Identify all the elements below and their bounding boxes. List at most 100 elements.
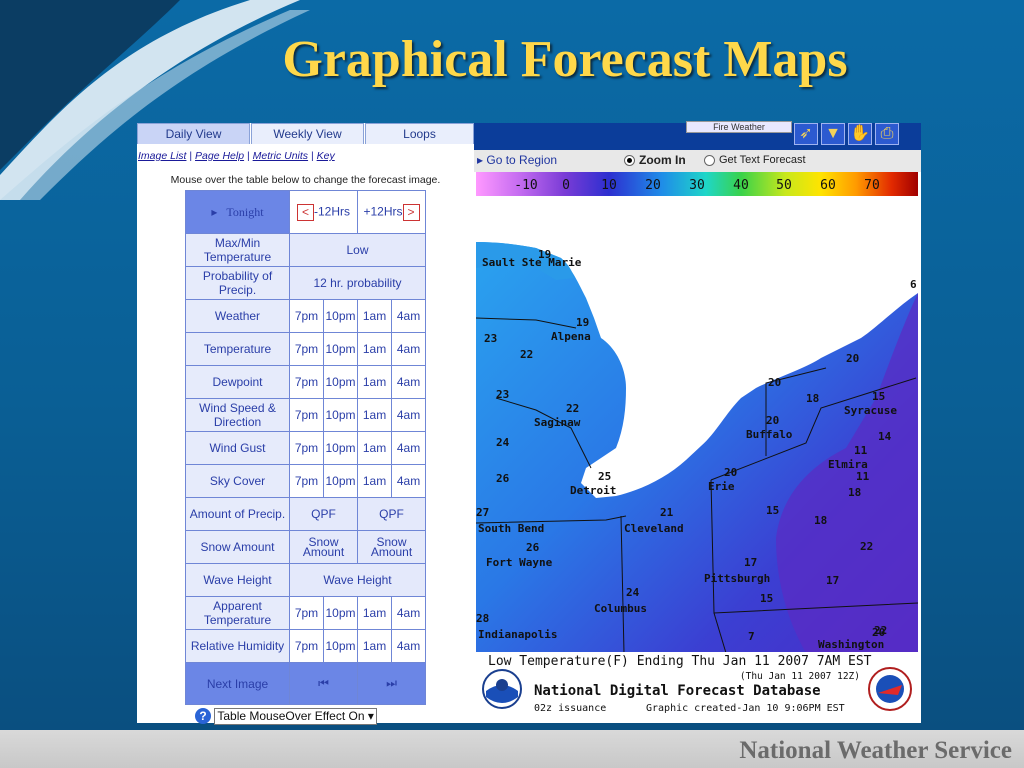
plus-12-hrs-button[interactable]: +12Hrs > bbox=[357, 190, 427, 234]
time-cell[interactable]: 1am bbox=[357, 365, 393, 399]
row-label[interactable]: Amount of Precip. bbox=[185, 497, 290, 531]
row-wide-cell[interactable]: Low bbox=[288, 233, 427, 267]
time-cell[interactable]: 4am bbox=[391, 365, 427, 399]
row-label[interactable]: Apparent Temperature bbox=[185, 596, 290, 630]
temperature-value-label: 15 bbox=[760, 592, 773, 605]
time-cell[interactable]: 10pm bbox=[322, 365, 359, 399]
time-cell[interactable]: 4am bbox=[391, 629, 427, 663]
row-half-cell[interactable]: QPF bbox=[288, 497, 359, 531]
temperature-value-label: 14 bbox=[878, 430, 892, 443]
link-page-help[interactable]: Page Help bbox=[195, 150, 244, 162]
time-cell[interactable]: 4am bbox=[391, 299, 427, 333]
time-cell[interactable]: 7pm bbox=[289, 629, 324, 663]
time-cell[interactable]: 10pm bbox=[322, 398, 359, 432]
fire-weather-button[interactable]: Fire Weather bbox=[686, 121, 792, 133]
help-question-icon[interactable]: ? bbox=[195, 708, 211, 724]
scale-tick-label: -10 bbox=[514, 178, 537, 193]
next-image-button[interactable]: ⏭ bbox=[357, 662, 427, 705]
time-cell[interactable]: 10pm bbox=[322, 464, 359, 498]
temperature-value-label: 23 bbox=[484, 332, 497, 345]
view-tabs: Daily View Weekly View Loops bbox=[137, 123, 474, 145]
city-name-label: Detroit bbox=[570, 484, 616, 497]
city-name-label: Saginaw bbox=[534, 416, 581, 429]
minus-12-label: -12Hrs bbox=[314, 204, 351, 219]
chevron-right-icon[interactable]: > bbox=[402, 203, 420, 221]
time-cell[interactable]: 7pm bbox=[289, 464, 324, 498]
chevron-left-icon[interactable]: < bbox=[297, 203, 314, 221]
row-label[interactable]: Weather bbox=[185, 299, 290, 333]
city-name-label: Fort Wayne bbox=[486, 556, 553, 569]
row-label[interactable]: Wave Height bbox=[185, 563, 290, 597]
time-cell[interactable]: 10pm bbox=[322, 629, 359, 663]
time-cell[interactable]: 10pm bbox=[322, 596, 359, 630]
time-cell[interactable]: 1am bbox=[357, 464, 393, 498]
time-cell[interactable]: 1am bbox=[357, 596, 393, 630]
time-cell[interactable]: 4am bbox=[391, 431, 427, 465]
row-label[interactable]: Temperature bbox=[185, 332, 290, 366]
tonight-cell[interactable]: ▸ Tonight bbox=[185, 190, 290, 234]
row-wide-cell[interactable]: 12 hr. probability bbox=[288, 266, 427, 300]
row-label[interactable]: Wind Gust bbox=[185, 431, 290, 465]
link-key[interactable]: Key bbox=[317, 150, 335, 162]
city-temperature-label: 25 bbox=[598, 470, 611, 483]
temperature-value-label: 7 bbox=[748, 630, 755, 643]
time-cell[interactable]: 10pm bbox=[322, 332, 359, 366]
city-temperature-label: 19 bbox=[538, 248, 551, 261]
city-temperature-label: 20 bbox=[766, 414, 779, 427]
time-cell[interactable]: 1am bbox=[357, 431, 393, 465]
row-label[interactable]: Snow Amount bbox=[185, 530, 290, 564]
row-half-cell[interactable]: Snow Amount bbox=[288, 530, 359, 564]
temperature-value-label: 20 bbox=[872, 626, 885, 639]
row-label[interactable]: Wind Speed & Direction bbox=[185, 398, 290, 432]
time-cell[interactable]: 1am bbox=[357, 299, 393, 333]
previous-image-button[interactable]: ⏮ bbox=[288, 662, 359, 705]
row-label[interactable]: Max/Min Temperature bbox=[185, 233, 290, 267]
row-label[interactable]: Dewpoint bbox=[185, 365, 290, 399]
time-cell[interactable]: 7pm bbox=[289, 398, 324, 432]
time-cell[interactable]: 7pm bbox=[289, 332, 324, 366]
city-temperature-label: 19 bbox=[576, 316, 589, 329]
mouseover-effect-select[interactable]: Table MouseOver Effect On ▾ bbox=[214, 708, 377, 725]
zoom-in-radio[interactable]: Zoom In bbox=[624, 153, 686, 167]
row-wide-cell[interactable]: Wave Height bbox=[288, 563, 427, 597]
hand-icon[interactable]: ✋ bbox=[848, 123, 872, 145]
link-metric-units[interactable]: Metric Units bbox=[253, 150, 308, 162]
scale-tick-label: 30 bbox=[689, 178, 705, 193]
time-cell[interactable]: 4am bbox=[391, 398, 427, 432]
tab-weekly-view[interactable]: Weekly View bbox=[251, 123, 364, 144]
print-icon[interactable]: ⎙ bbox=[875, 123, 899, 145]
time-cell[interactable]: 10pm bbox=[322, 431, 359, 465]
tab-loops[interactable]: Loops bbox=[365, 123, 474, 144]
time-cell[interactable]: 1am bbox=[357, 398, 393, 432]
link-image-list[interactable]: Image List bbox=[138, 150, 186, 162]
noaa-logo bbox=[482, 669, 522, 709]
time-cell[interactable]: 7pm bbox=[289, 299, 324, 333]
row-label[interactable]: Sky Cover bbox=[185, 464, 290, 498]
minus-12-hrs-button[interactable]: < -12Hrs bbox=[288, 190, 359, 234]
time-cell[interactable]: 1am bbox=[357, 332, 393, 366]
time-cell[interactable]: 10pm bbox=[322, 299, 359, 333]
time-cell[interactable]: 4am bbox=[391, 596, 427, 630]
time-cell[interactable]: 4am bbox=[391, 332, 427, 366]
time-cell[interactable]: 7pm bbox=[289, 431, 324, 465]
go-to-region-link[interactable]: ▸ Go to Region bbox=[477, 153, 557, 167]
low-temperature-map[interactable]: Sault Ste Marie19Alpena19Saginaw22Detroi… bbox=[476, 198, 918, 653]
time-cell[interactable]: 4am bbox=[391, 464, 427, 498]
get-text-forecast-radio[interactable]: Get Text Forecast bbox=[704, 154, 806, 166]
pan-arrow-icon[interactable]: ➶ bbox=[794, 123, 818, 145]
row-label[interactable]: Probability of Precip. bbox=[185, 266, 290, 300]
temperature-value-label: 20 bbox=[846, 352, 859, 365]
time-cell[interactable]: 1am bbox=[357, 629, 393, 663]
row-label[interactable]: Relative Humidity bbox=[185, 629, 290, 663]
row-half-cell[interactable]: QPF bbox=[357, 497, 427, 531]
tab-daily-view[interactable]: Daily View bbox=[137, 123, 250, 144]
row-half-cell[interactable]: Snow Amount bbox=[357, 530, 427, 564]
down-arrow-icon[interactable]: ▼ bbox=[821, 123, 845, 145]
legend-title: Low Temperature(F) Ending Thu Jan 11 200… bbox=[488, 654, 872, 669]
plus-12-label: +12Hrs bbox=[363, 204, 403, 219]
time-cell[interactable]: 7pm bbox=[289, 596, 324, 630]
forecast-map-panel: Fire Weather ➶ ▼ ✋ ⎙ ▸ Go to Region Zoom In… bbox=[474, 121, 921, 723]
next-image-label: Next Image bbox=[185, 662, 290, 705]
time-cell[interactable]: 7pm bbox=[289, 365, 324, 399]
skip-forward-icon: ⏭ bbox=[386, 676, 397, 690]
